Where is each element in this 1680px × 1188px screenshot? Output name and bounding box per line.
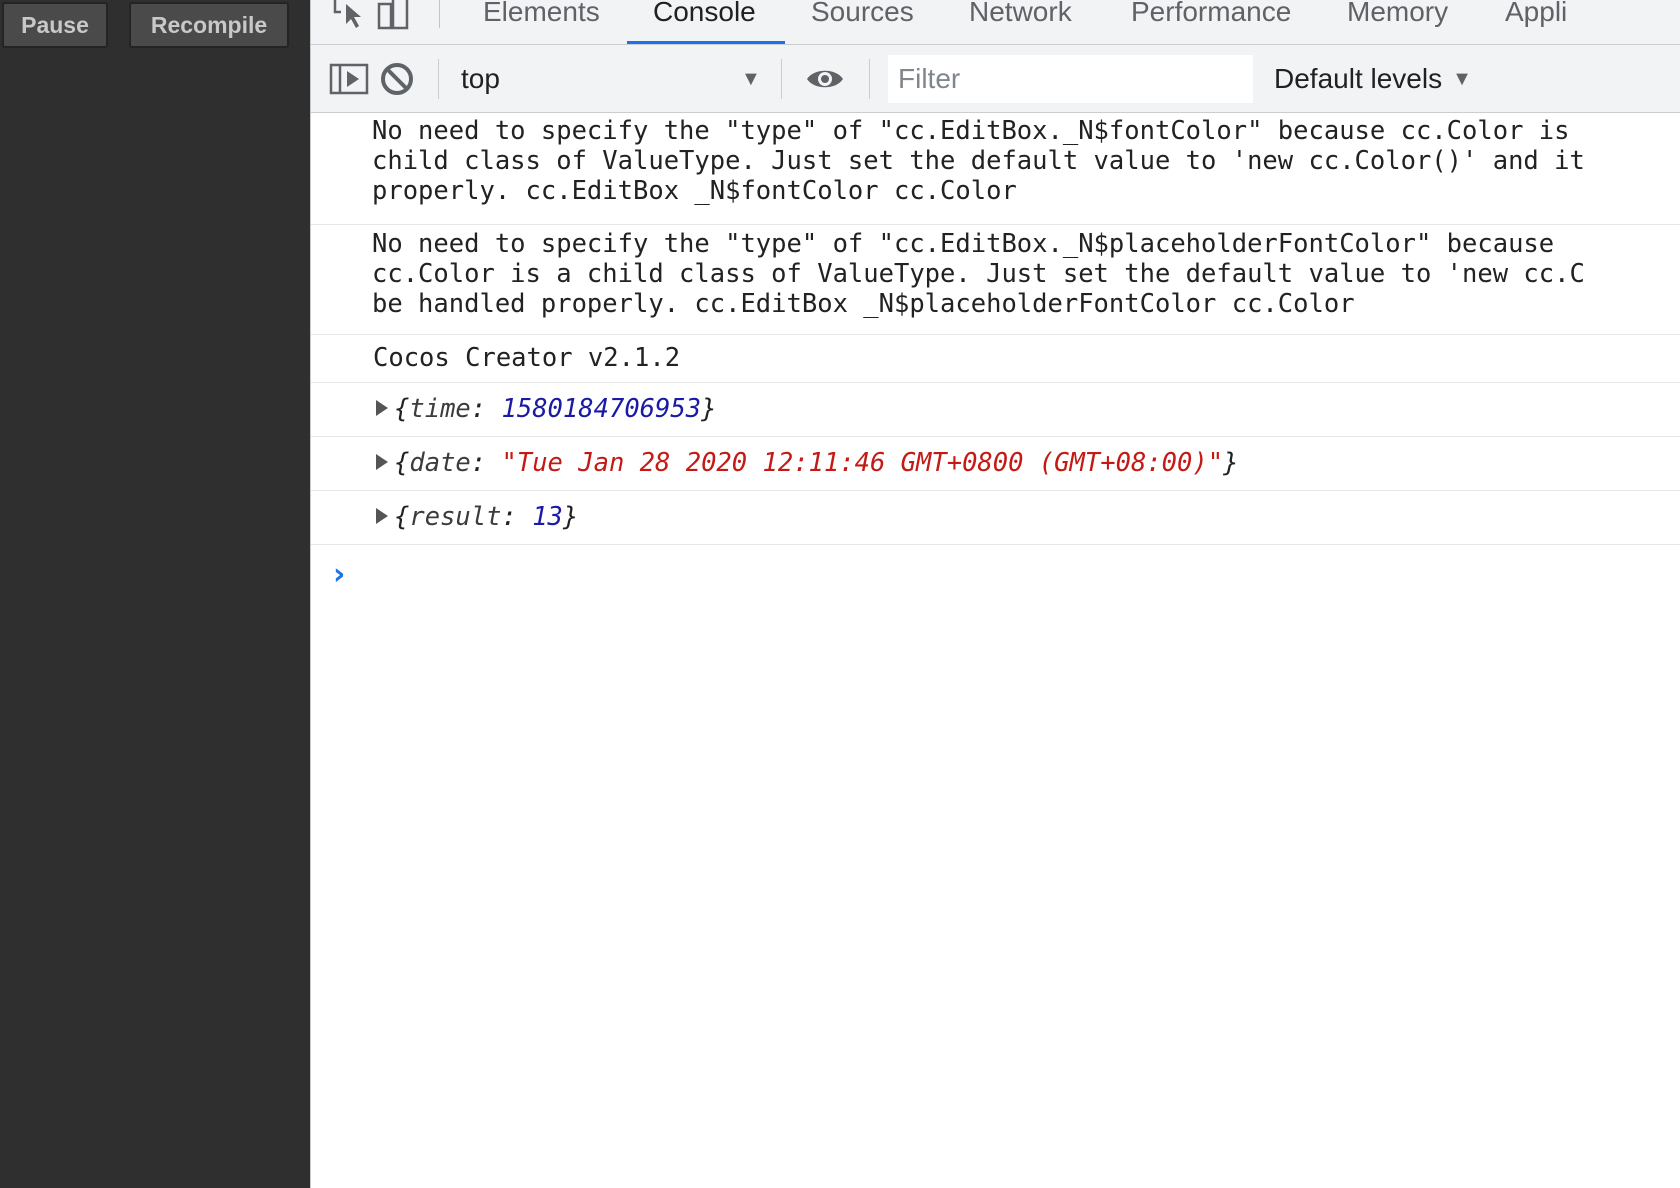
- tab-performance[interactable]: Performance: [1131, 0, 1291, 34]
- tab-network[interactable]: Network: [969, 0, 1072, 34]
- tab-sources[interactable]: Sources: [811, 0, 914, 34]
- sidebar-toggle-icon[interactable]: [329, 59, 369, 99]
- object-preview[interactable]: {time: 1580184706953}: [376, 393, 716, 425]
- log-levels-label: Default levels: [1274, 63, 1443, 94]
- message-line: properly. cc.EditBox _N$fontColor cc.Col…: [372, 176, 1017, 206]
- prompt-chevron-icon: ›: [333, 557, 346, 592]
- tab-separator: [439, 0, 440, 28]
- console-message: Cocos Creator v2.1.2: [311, 335, 1680, 383]
- tab-console[interactable]: Console: [653, 0, 756, 34]
- message-line: cc.Color is a child class of ValueType. …: [372, 259, 1585, 289]
- console-toolbar: top ▼ Default levels ▼: [311, 45, 1680, 113]
- message-line: child class of ValueType. Just set the d…: [372, 146, 1585, 176]
- filter-input[interactable]: [888, 55, 1253, 103]
- console-messages: No need to specify the "type" of "cc.Edi…: [311, 113, 1680, 605]
- console-object-row: {time: 1580184706953}: [311, 383, 1680, 437]
- expand-triangle-icon[interactable]: [376, 400, 388, 416]
- console-object-row: {result: 13}: [311, 491, 1680, 545]
- dropdown-arrow-icon: ▼: [741, 68, 761, 90]
- device-toolbar-icon[interactable]: [375, 0, 411, 32]
- toolbar-separator: [438, 59, 439, 99]
- active-tab-indicator: [627, 41, 785, 44]
- object-key: result: [409, 502, 502, 532]
- toolbar-separator: [781, 59, 782, 99]
- object-key: date: [409, 448, 471, 478]
- tab-application[interactable]: Appli: [1505, 0, 1567, 34]
- console-object-row: {date: "Tue Jan 28 2020 12:11:46 GMT+080…: [311, 437, 1680, 491]
- expand-triangle-icon[interactable]: [376, 454, 388, 470]
- message-line: No need to specify the "type" of "cc.Edi…: [372, 229, 1555, 259]
- dropdown-arrow-icon: ▼: [1452, 68, 1472, 90]
- object-value: "Tue Jan 28 2020 12:11:46 GMT+0800 (GMT+…: [501, 448, 1224, 478]
- expand-triangle-icon[interactable]: [376, 508, 388, 524]
- message-line: No need to specify the "type" of "cc.Edi…: [372, 116, 1570, 146]
- pause-button[interactable]: Pause: [2, 2, 108, 48]
- message-line: be handled properly. cc.EditBox _N$place…: [372, 289, 1355, 319]
- console-message: No need to specify the "type" of "cc.Edi…: [311, 113, 1680, 225]
- devtools-panel: Elements Console Sources Network Perform…: [310, 0, 1680, 1188]
- clear-console-icon[interactable]: [377, 59, 417, 99]
- tab-elements[interactable]: Elements: [483, 0, 600, 34]
- object-value: 1580184706953: [501, 394, 702, 424]
- console-prompt-row[interactable]: ›: [311, 545, 1680, 605]
- object-preview[interactable]: {date: "Tue Jan 28 2020 12:11:46 GMT+080…: [376, 447, 1238, 479]
- app: Pause Recompile Elements Console Sources…: [0, 0, 1680, 1188]
- tab-memory[interactable]: Memory: [1347, 0, 1448, 34]
- object-key: time: [409, 394, 471, 424]
- console-message: No need to specify the "type" of "cc.Edi…: [311, 225, 1680, 335]
- context-value: top: [461, 63, 500, 94]
- toolbar-separator: [869, 59, 870, 99]
- devtools-tabbar: Elements Console Sources Network Perform…: [311, 0, 1680, 45]
- log-levels-dropdown[interactable]: Default levels ▼: [1274, 57, 1472, 101]
- object-preview[interactable]: {result: 13}: [376, 501, 578, 533]
- message-line: Cocos Creator v2.1.2: [373, 343, 681, 373]
- inspect-element-icon[interactable]: [331, 0, 367, 32]
- eye-icon[interactable]: [805, 59, 845, 99]
- game-preview-panel: Pause Recompile: [0, 0, 310, 1188]
- recompile-button[interactable]: Recompile: [129, 2, 289, 48]
- object-value: 13: [532, 502, 563, 532]
